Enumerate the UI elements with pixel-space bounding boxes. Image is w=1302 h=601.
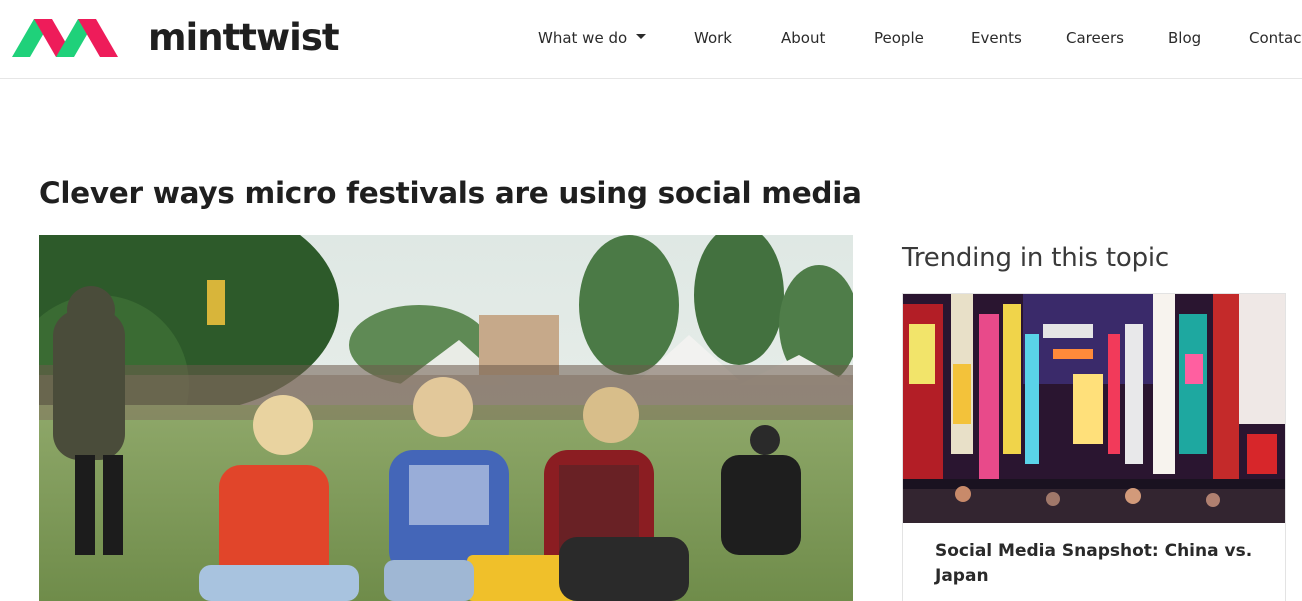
caret-down-icon (636, 34, 647, 39)
nav-item-about[interactable]: About (781, 28, 825, 48)
nav-item-careers[interactable]: Careers (1066, 28, 1124, 48)
nav-item-what-we-do[interactable]: What we do (538, 28, 647, 48)
nav-item-work[interactable]: Work (694, 28, 732, 48)
trending-card-title: Social Media Snapshot: China vs. Japan (935, 541, 1253, 586)
sidebar-heading: Trending in this topic (902, 243, 1170, 273)
article-title: Clever ways micro festivals are using so… (39, 176, 862, 210)
main-nav: What we do Work About People Events Care… (0, 28, 1302, 50)
nav-item-blog[interactable]: Blog (1168, 28, 1201, 48)
trending-card[interactable]: Social Media Snapshot: China vs. Japan (902, 293, 1286, 601)
nav-item-contact[interactable]: Contact (1249, 28, 1302, 48)
article-hero-image (39, 235, 853, 601)
nav-item-label: What we do (538, 29, 628, 47)
site-header: minttwist What we do Work About People E… (0, 0, 1302, 79)
nav-item-people[interactable]: People (874, 28, 924, 48)
trending-card-image (903, 294, 1285, 523)
nav-item-events[interactable]: Events (971, 28, 1022, 48)
